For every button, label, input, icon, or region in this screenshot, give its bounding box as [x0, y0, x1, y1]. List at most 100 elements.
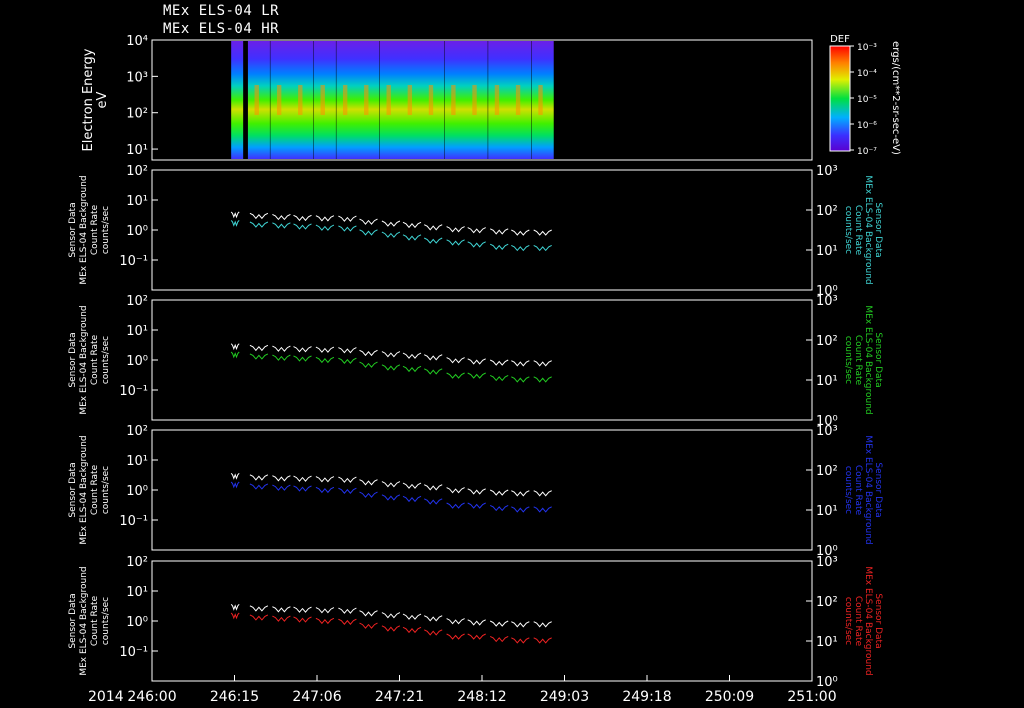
right-ytick-label: 10¹	[816, 635, 838, 650]
left-ytick-label: 10⁻¹	[119, 254, 148, 269]
right-ytick-label: 10²	[816, 464, 838, 479]
right-ytick-label: 10¹	[816, 504, 838, 519]
right-axis-label-line: MEx ELS-04 Background	[863, 175, 873, 284]
spectrogram-hot-core	[407, 85, 413, 115]
left-ytick-label: 10⁰	[126, 484, 148, 499]
colorbar-tick-label: 10⁻⁷	[857, 147, 877, 157]
colorbar-tick-label: 10⁻⁴	[857, 69, 877, 79]
right-axis-label-line: Sensor Data	[873, 332, 883, 387]
x-tick-label: 247:06	[292, 689, 341, 705]
right-axis-label-line: counts/sec	[843, 336, 853, 384]
right-ytick-label: 10³	[816, 164, 838, 179]
left-axis-label-line: counts/sec	[101, 336, 111, 384]
spectrogram-ytick-label: 10¹	[126, 143, 148, 158]
right-axis-label-line: MEx ELS-04 Background	[863, 566, 873, 675]
colorbar-tick-label: 10⁻⁶	[857, 121, 877, 131]
spectrogram-hot-core	[515, 85, 521, 115]
left-ytick-label: 10²	[126, 424, 148, 439]
spectrogram-orbit-strip	[291, 41, 314, 159]
spectrogram-ytick-label: 10³	[126, 70, 148, 85]
panel-frame	[151, 429, 813, 551]
line-panels: 10²10¹10⁰10⁻¹10³10²10¹10⁰Sensor Data MEx …	[68, 164, 883, 690]
left-axis-label-line: Sensor Data	[68, 462, 78, 517]
left-ytick-label: 10⁻¹	[119, 514, 148, 529]
spectrogram-hot-core	[386, 85, 391, 115]
right-axis-label-line: Count Rate	[853, 335, 863, 386]
spectrogram-ylabel: Electron Energy	[81, 48, 96, 151]
right-ytick-label: 10³	[816, 555, 838, 570]
right-ytick-label: 10²	[816, 595, 838, 610]
colorbar-label: DEF	[830, 34, 850, 45]
colorbar-side-label: ergs/(cm**2-sr-sec-eV)	[890, 41, 901, 155]
spectrogram-ylabel-unit: eV	[95, 91, 110, 108]
right-axis-label-line: Count Rate	[853, 596, 863, 647]
x-tick-label: 250:09	[705, 689, 754, 705]
spectrogram-hot-core	[254, 85, 259, 115]
x-tick-label: 246:15	[210, 689, 259, 705]
panel-frame	[151, 299, 813, 421]
left-axis-label-line: MEx ELS-04 Background	[79, 305, 89, 414]
plot-canvas: 10⁴ 10³ 10² 10¹ Electron Energy eV DEF 10⁻³…	[68, 34, 901, 705]
x-tick-label: 248:12	[457, 689, 506, 705]
spectrogram-ytick-label: 10²	[126, 107, 148, 122]
spectrogram-orbit-strip	[313, 41, 336, 159]
left-axis-label-line: Count Rate	[90, 334, 100, 385]
left-ytick-label: 10¹	[126, 194, 148, 209]
spectrogram-ytick-label: 10⁴	[126, 34, 148, 49]
left-ytick-label: 10²	[126, 555, 148, 570]
left-ytick-label: 10⁰	[126, 615, 148, 630]
left-axis-label-line: Count Rate	[90, 464, 100, 515]
left-ytick-label: 10²	[126, 164, 148, 179]
spectrogram-strips	[231, 41, 554, 159]
spectrogram-hot-core	[494, 85, 500, 115]
spectrogram-hot-core	[364, 85, 369, 115]
x-tick-label: 251:00	[787, 689, 836, 705]
spectrogram-hot-core	[320, 85, 325, 115]
right-axis-label-line: counts/sec	[843, 597, 853, 645]
spectrogram-panel: 10⁴ 10³ 10² 10¹ Electron Energy eV	[81, 34, 813, 161]
left-ytick-label: 10⁻¹	[119, 645, 148, 660]
spectrogram-hot-core	[342, 85, 348, 115]
spectrogram-hot-core	[451, 85, 456, 115]
spectrogram-hot-core	[276, 85, 282, 115]
right-axis-label-line: Sensor Data	[873, 202, 883, 257]
right-axis-label-line: Sensor Data	[873, 462, 883, 517]
right-ytick-label: 10¹	[816, 244, 838, 259]
spectrogram-hot-core	[472, 85, 477, 115]
count-rate-panel-3: 10²10¹10⁰10⁻¹10³10²10¹10⁰Sensor Data MEx …	[68, 424, 883, 559]
spectrogram-hot-core	[298, 85, 303, 115]
left-axis-label-line: counts/sec	[101, 597, 111, 645]
right-ytick-label: 10⁰	[816, 675, 838, 690]
left-axis-label-line: Sensor Data	[68, 332, 78, 387]
spectrogram-orbit-strip	[379, 41, 402, 159]
left-axis-label-line: counts/sec	[101, 206, 111, 254]
right-axis-label-line: MEx ELS-04 Background	[863, 305, 873, 414]
left-axis-label-line: MEx ELS-04 Background	[79, 566, 89, 675]
left-axis-label-line: Count Rate	[90, 204, 100, 255]
right-axis-label-line: MEx ELS-04 Background	[863, 435, 873, 544]
right-axis-label-line: Count Rate	[853, 205, 863, 256]
left-axis-label-line: Sensor Data	[68, 202, 78, 257]
spectrogram-orbit-strip	[357, 41, 380, 159]
right-ytick-label: 10³	[816, 294, 838, 309]
left-ytick-label: 10¹	[126, 585, 148, 600]
left-ytick-label: 10⁰	[126, 224, 148, 239]
right-ytick-label: 10³	[816, 424, 838, 439]
count-rate-panel-1: 10²10¹10⁰10⁻¹10³10²10¹10⁰Sensor Data MEx …	[68, 164, 883, 299]
x-axis-year: 2014	[88, 689, 124, 705]
left-axis-label-line: Count Rate	[90, 595, 100, 646]
right-axis-label-line: Count Rate	[853, 465, 863, 516]
left-ytick-label: 10⁻¹	[119, 384, 148, 399]
colorbar-gradient	[829, 45, 851, 152]
right-axis-label-line: counts/sec	[843, 466, 853, 514]
colorbar-ticks: 10⁻³ 10⁻⁴ 10⁻⁵ 10⁻⁶ 10⁻⁷	[850, 43, 877, 157]
right-axis-label-line: Sensor Data	[873, 593, 883, 648]
x-tick-label: 247:21	[375, 689, 424, 705]
left-ytick-label: 10¹	[126, 324, 148, 339]
colorbar-tick-label: 10⁻⁵	[857, 95, 877, 105]
panel-frame	[151, 560, 813, 682]
count-rate-panel-4: 10²10¹10⁰10⁻¹10³10²10¹10⁰Sensor Data MEx …	[68, 555, 883, 690]
right-axis-label-line: counts/sec	[843, 206, 853, 254]
left-axis-label-line: counts/sec	[101, 466, 111, 514]
left-ytick-label: 10¹	[126, 454, 148, 469]
